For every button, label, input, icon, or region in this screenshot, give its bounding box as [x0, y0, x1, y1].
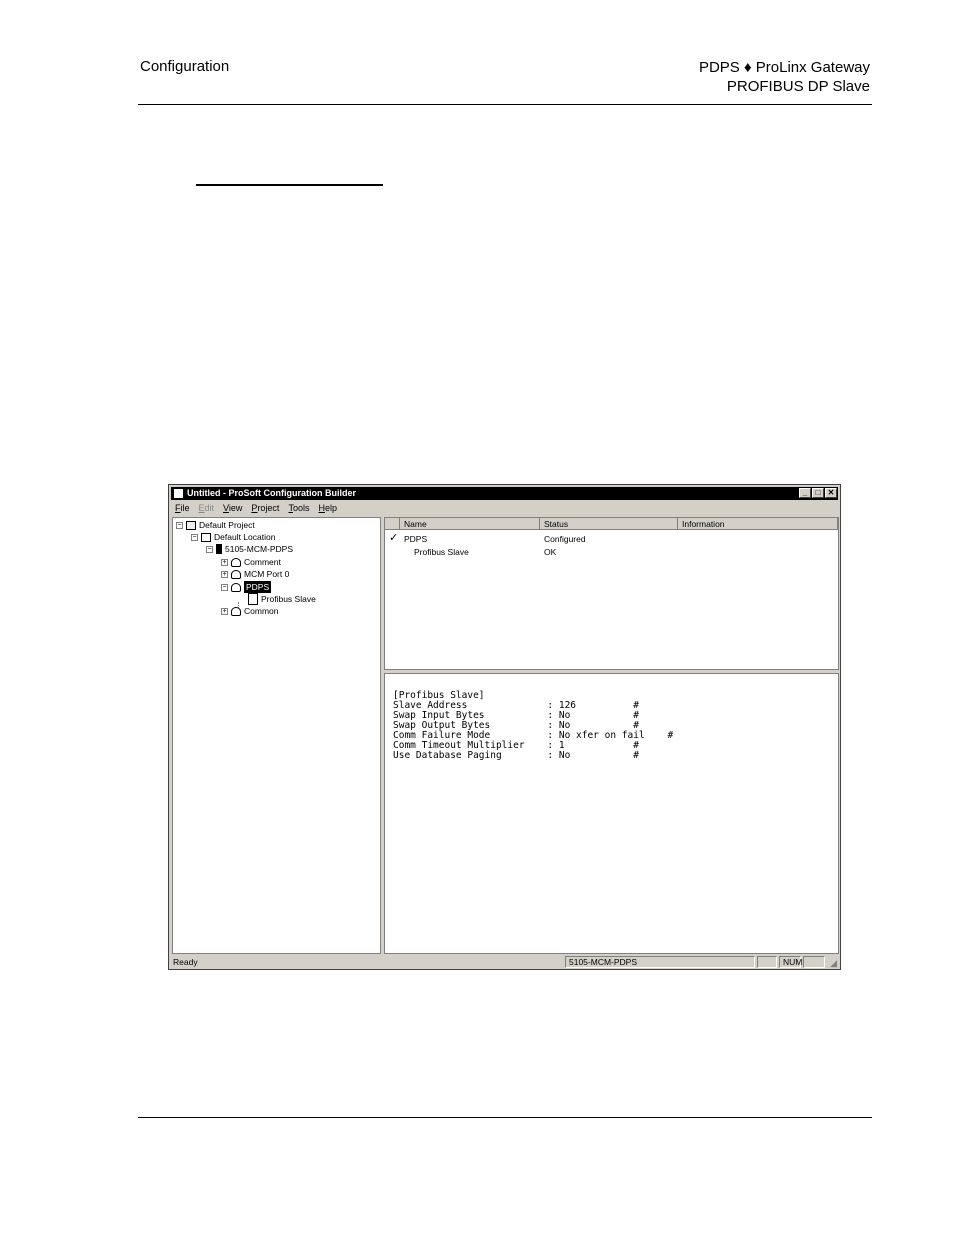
header-product: PDPS ♦ ProLinx Gateway [698, 59, 870, 76]
minimize-button[interactable]: _ [799, 488, 811, 498]
row-status: Configured [544, 534, 586, 544]
status-blank [757, 956, 777, 968]
section-underline [196, 184, 383, 186]
expand-icon[interactable]: + [221, 558, 228, 566]
window-title: Untitled - ProSoft Configuration Builder [187, 488, 356, 498]
module-icon [216, 544, 222, 554]
document-icon [248, 593, 258, 605]
menu-edit[interactable]: Edit [199, 502, 215, 515]
tree-item-project[interactable]: − Default Project [176, 520, 255, 530]
network-icon [231, 606, 241, 616]
status-bar: Ready 5105-MCM-PDPS NUM ◢ [171, 956, 838, 968]
maximize-button[interactable]: □ [812, 488, 824, 498]
config-editor[interactable]: [Profibus Slave] Slave Address : 126 # S… [384, 673, 839, 954]
project-tree[interactable]: − Default Project − Default Location − 5… [172, 517, 381, 954]
header-rule [138, 104, 872, 105]
collapse-icon[interactable]: − [206, 545, 213, 553]
status-list: Name Status Information ✓ PDPS Configure… [384, 517, 839, 670]
collapse-icon[interactable]: − [176, 521, 183, 529]
menu-view[interactable]: View [223, 502, 242, 515]
expand-icon[interactable]: + [221, 607, 228, 615]
title-bar[interactable]: Untitled - ProSoft Configuration Builder… [171, 487, 838, 500]
header-subtitle: PROFIBUS DP Slave [726, 78, 870, 95]
app-icon [174, 489, 183, 498]
list-header-blank[interactable] [385, 518, 400, 530]
row-name: Profibus Slave [414, 547, 469, 557]
list-header-name[interactable]: Name [400, 518, 540, 530]
tree-item-port[interactable]: + MCM Port 0 [221, 569, 289, 579]
collapse-icon[interactable]: − [191, 533, 198, 541]
window-controls: _ □ ✕ [799, 488, 837, 498]
tree-label: Default Project [199, 520, 255, 530]
status-num: NUM [779, 956, 802, 968]
row-status: OK [544, 547, 557, 557]
menu-help[interactable]: Help [318, 502, 337, 515]
resize-grip-icon[interactable]: ◢ [830, 957, 837, 969]
tree-label: 5105-MCM-PDPS [225, 544, 294, 554]
tree-label: Default Location [214, 532, 276, 542]
tree-label: MCM Port 0 [244, 569, 290, 579]
tree-item-pdps[interactable]: − PDPS [221, 581, 272, 593]
close-button[interactable]: ✕ [825, 488, 837, 498]
collapse-icon[interactable]: − [221, 583, 228, 591]
expand-icon[interactable]: + [221, 570, 228, 578]
check-icon: ✓ [389, 532, 399, 544]
page-header-left: Configuration [140, 58, 230, 75]
row-name: PDPS [404, 534, 428, 544]
config-text: [Profibus Slave] Slave Address : 126 # S… [393, 690, 674, 761]
tree-item-module[interactable]: − 5105-MCM-PDPS [206, 544, 293, 554]
status-ready: Ready [173, 957, 198, 967]
network-icon [231, 569, 241, 579]
tree-item-common[interactable]: + Common [221, 606, 278, 616]
tree-label: Common [244, 606, 279, 616]
tree-label: Comment [244, 557, 281, 567]
menu-tools[interactable]: Tools [288, 502, 309, 515]
page-header-right: PDPS ♦ ProLinx Gateway PROFIBUS DP Slave [699, 58, 870, 96]
tree-label: Profibus Slave [261, 594, 316, 604]
tree-item-profibus-slave[interactable]: Profibus Slave [248, 593, 316, 605]
tree-item-location[interactable]: − Default Location [191, 532, 275, 542]
folder-icon [186, 520, 196, 530]
app-window: Untitled - ProSoft Configuration Builder… [168, 484, 841, 970]
network-icon [231, 582, 241, 592]
tree-label-selected: PDPS [244, 581, 272, 593]
status-blank [803, 956, 825, 968]
location-icon [201, 532, 211, 542]
footer-rule [138, 1117, 872, 1118]
menu-file[interactable]: File [175, 502, 190, 515]
menu-bar: File Edit View Project Tools Help [171, 502, 838, 515]
status-module: 5105-MCM-PDPS [565, 956, 755, 968]
list-header-status[interactable]: Status [540, 518, 678, 530]
menu-project[interactable]: Project [251, 502, 279, 515]
tree-item-comment[interactable]: + Comment [221, 557, 281, 567]
network-icon [231, 557, 241, 567]
list-header-info[interactable]: Information [678, 518, 838, 530]
